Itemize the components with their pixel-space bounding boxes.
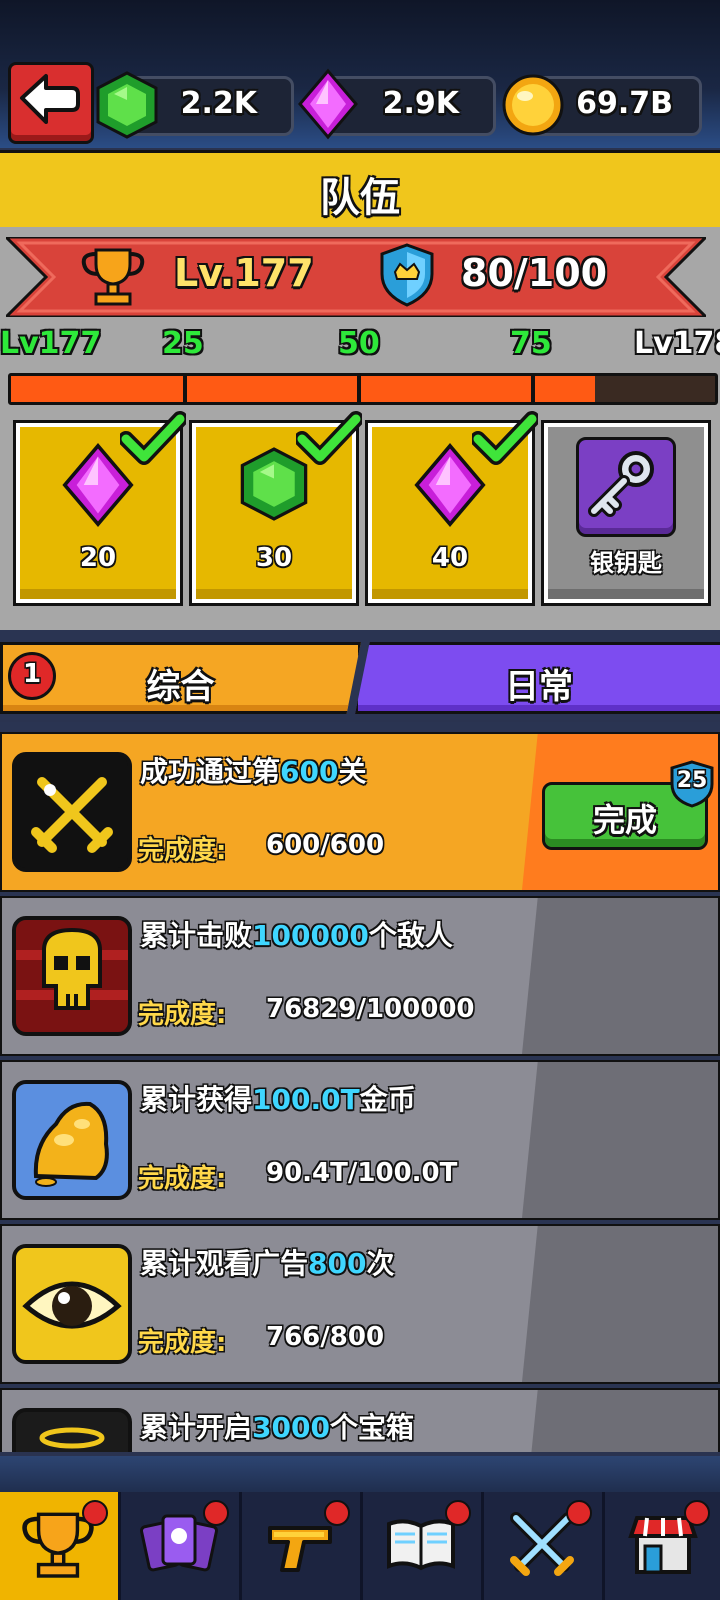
tab-daily-label: 日常 <box>505 667 573 707</box>
quest-progress-value: 76829/100000 <box>266 994 475 1024</box>
bar-divider <box>183 376 187 402</box>
quest-title: 成功通过第600关 <box>140 755 367 788</box>
team-progress-fill <box>11 376 596 402</box>
quest-title: 累计击败100000个敌人 <box>140 919 453 952</box>
tab-bar: 综合 1 日常 <box>0 630 720 720</box>
quest-list[interactable]: 成功通过第600关 完成度: 600/600 完成 25 累计击败100000个… <box>0 722 720 1452</box>
quest-progress-value: 766/800 <box>266 1322 385 1352</box>
nav-shop[interactable] <box>605 1492 720 1600</box>
notification-dot <box>566 1500 592 1526</box>
quest-reward-shield: 25 <box>670 760 714 812</box>
quest-title: 累计观看广告800次 <box>140 1247 395 1280</box>
gold-amount: 69.7B <box>576 86 673 121</box>
reward-label: 银钥匙 <box>590 549 662 577</box>
gold-coin-icon <box>502 74 564 136</box>
reward-amount: 20 <box>79 543 117 573</box>
bottom-nav <box>0 1456 720 1600</box>
eye-icon-graphic <box>22 1281 122 1329</box>
eye-icon <box>12 1244 132 1364</box>
quest-progress-value: 600/600 <box>266 830 385 860</box>
emerald-icon <box>96 71 158 139</box>
team-level: Lv.177 <box>174 251 314 295</box>
ribbon-text: Lv.177 80/100 <box>6 237 706 317</box>
quest-item: 累计获得100.0T金币 完成度: 90.4T/100.0T <box>0 1060 720 1220</box>
tab-general-label: 综合 <box>146 667 215 707</box>
badge-count: 1 <box>22 659 42 689</box>
bar-divider <box>531 376 535 402</box>
quest-item: 累计观看广告800次 完成度: 766/800 <box>0 1224 720 1384</box>
bar-divider <box>357 376 361 402</box>
checkmark-icon <box>296 411 362 465</box>
chest-icon <box>12 1408 132 1452</box>
crystal-icon <box>298 68 358 140</box>
notification-dot <box>324 1500 350 1526</box>
team-panel: Lv.177 80/100 Lv177 25 50 75 Lv178 20 <box>0 227 720 630</box>
nav-cards[interactable] <box>121 1492 242 1600</box>
skull-icon-graphic <box>16 927 128 1010</box>
milestone-end: Lv178 <box>634 326 720 361</box>
crossed-swords-icon-graphic <box>31 777 113 853</box>
quest-progress-label: 完成度: <box>138 1000 227 1030</box>
quest-progress-label: 完成度: <box>138 1328 227 1358</box>
quest-item: 累计击败100000个敌人 完成度: 76829/100000 <box>0 896 720 1056</box>
team-progress-bar <box>8 373 718 405</box>
quest-progress-label: 完成度: <box>138 1164 227 1194</box>
reward-box-20[interactable]: 20 <box>13 411 186 606</box>
quest-action-area <box>522 1390 718 1452</box>
quest-progress-value: 90.4T/100.0T <box>266 1158 458 1188</box>
quest-progress-label: 完成度: <box>138 836 227 866</box>
notification-dot <box>203 1500 229 1526</box>
quest-item: 成功通过第600关 完成度: 600/600 完成 25 <box>0 732 720 892</box>
quest-action-area <box>522 1062 718 1218</box>
gold-pile-icon-graphic <box>33 1101 109 1187</box>
quest-item: 累计开启3000个宝箱 <box>0 1388 720 1452</box>
notification-dot <box>82 1500 108 1526</box>
nav-weapons[interactable] <box>242 1492 363 1600</box>
nav-tasks[interactable] <box>0 1492 121 1600</box>
silver-key-icon <box>588 451 654 517</box>
quest-title: 累计开启3000个宝箱 <box>140 1411 414 1444</box>
shield-crown-icon <box>380 243 434 307</box>
tab-daily[interactable]: 日常 <box>355 642 720 714</box>
key-icon-frame <box>576 437 676 537</box>
milestone-25: 25 <box>162 326 204 361</box>
notification-dot <box>684 1500 710 1526</box>
reward-amount: 30 <box>255 543 293 573</box>
quest-title: 累计获得100.0T金币 <box>140 1083 416 1116</box>
milestone-start: Lv177 <box>0 326 102 361</box>
notification-badge: 1 <box>8 652 56 700</box>
nav-battle[interactable] <box>484 1492 605 1600</box>
reward-box-silver-key[interactable]: 银钥匙 <box>541 420 711 606</box>
team-progress: 80/100 <box>461 251 608 295</box>
top-bar: 2.2K 2.9K 69.7B <box>0 0 720 148</box>
milestone-75: 75 <box>510 326 552 361</box>
notification-dot <box>445 1500 471 1526</box>
nav-book[interactable] <box>363 1492 484 1600</box>
milestone-50: 50 <box>338 326 380 361</box>
quest-action-area <box>522 898 718 1054</box>
reward-box-30[interactable]: 30 <box>189 411 362 606</box>
reward-amount: 40 <box>431 543 469 573</box>
quest-action-area <box>522 1226 718 1382</box>
title-bar: 队伍 <box>0 150 720 230</box>
page-title: 队伍 <box>320 175 400 221</box>
checkmark-icon <box>472 411 538 465</box>
reward-box-40[interactable]: 40 <box>365 411 538 606</box>
back-arrow-icon <box>20 74 80 124</box>
crystal-amount: 2.9K <box>382 86 459 121</box>
crossed-swords-icon <box>12 752 132 872</box>
halo-icon-graphic <box>39 1427 105 1449</box>
emerald-amount: 2.2K <box>180 86 257 121</box>
skull-icon <box>12 916 132 1036</box>
back-button[interactable] <box>8 62 94 144</box>
quest-reward-amount: 25 <box>676 768 708 793</box>
gold-pile-icon <box>12 1080 132 1200</box>
checkmark-icon <box>120 411 186 465</box>
